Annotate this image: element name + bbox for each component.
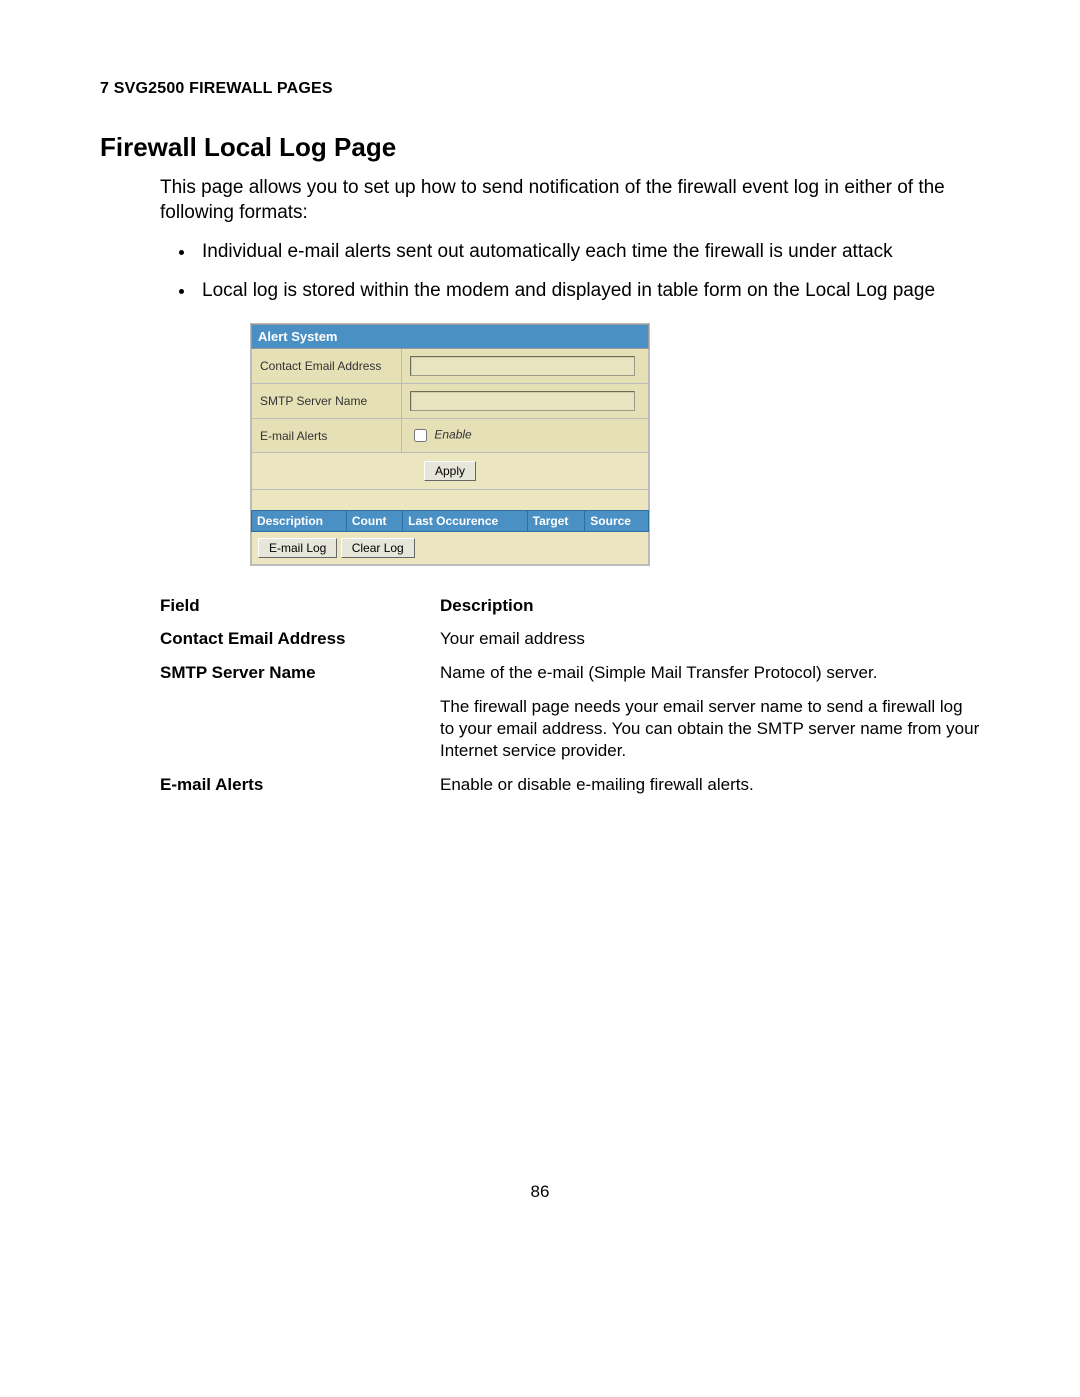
section-header: 7 SVG2500 FIREWALL PAGES xyxy=(100,80,980,98)
email-alerts-label: E-mail Alerts xyxy=(252,419,402,453)
field-desc: The firewall page needs your email serve… xyxy=(440,690,980,768)
field-col-header: Field xyxy=(160,590,440,622)
log-col-last-occurence: Last Occurence xyxy=(403,510,528,531)
log-col-description: Description xyxy=(252,510,347,531)
intro-bullet-1: Individual e-mail alerts sent out automa… xyxy=(196,239,980,264)
contact-email-label: Contact Email Address xyxy=(252,349,402,384)
alert-system-panel: Alert System Contact Email Address SMTP … xyxy=(250,323,650,566)
email-alerts-checkbox[interactable] xyxy=(414,429,427,442)
intro-bullet-list: Individual e-mail alerts sent out automa… xyxy=(160,239,980,303)
log-col-target: Target xyxy=(527,510,585,531)
enable-label: Enable xyxy=(434,428,471,442)
field-desc: Enable or disable e-mailing firewall ale… xyxy=(440,768,980,802)
log-col-count: Count xyxy=(346,510,402,531)
clear-log-button[interactable]: Clear Log xyxy=(341,538,415,558)
smtp-server-input[interactable] xyxy=(410,391,635,411)
field-description-table: Field Description Contact Email Address … xyxy=(160,590,980,803)
alert-system-header: Alert System xyxy=(252,325,649,349)
page-number: 86 xyxy=(100,1182,980,1202)
log-col-source: Source xyxy=(585,510,649,531)
intro-bullet-2: Local log is stored within the modem and… xyxy=(196,278,980,303)
intro-paragraph: This page allows you to set up how to se… xyxy=(160,175,980,225)
field-name: E-mail Alerts xyxy=(160,768,440,802)
field-name: SMTP Server Name xyxy=(160,656,440,690)
field-desc: Name of the e-mail (Simple Mail Transfer… xyxy=(440,656,980,690)
smtp-server-label: SMTP Server Name xyxy=(252,384,402,419)
page-title: Firewall Local Log Page xyxy=(100,132,980,163)
contact-email-input[interactable] xyxy=(410,356,635,376)
field-name xyxy=(160,690,440,768)
apply-button[interactable]: Apply xyxy=(424,461,476,481)
email-log-button[interactable]: E-mail Log xyxy=(258,538,337,558)
field-desc: Your email address xyxy=(440,622,980,656)
field-name: Contact Email Address xyxy=(160,622,440,656)
description-col-header: Description xyxy=(440,590,980,622)
